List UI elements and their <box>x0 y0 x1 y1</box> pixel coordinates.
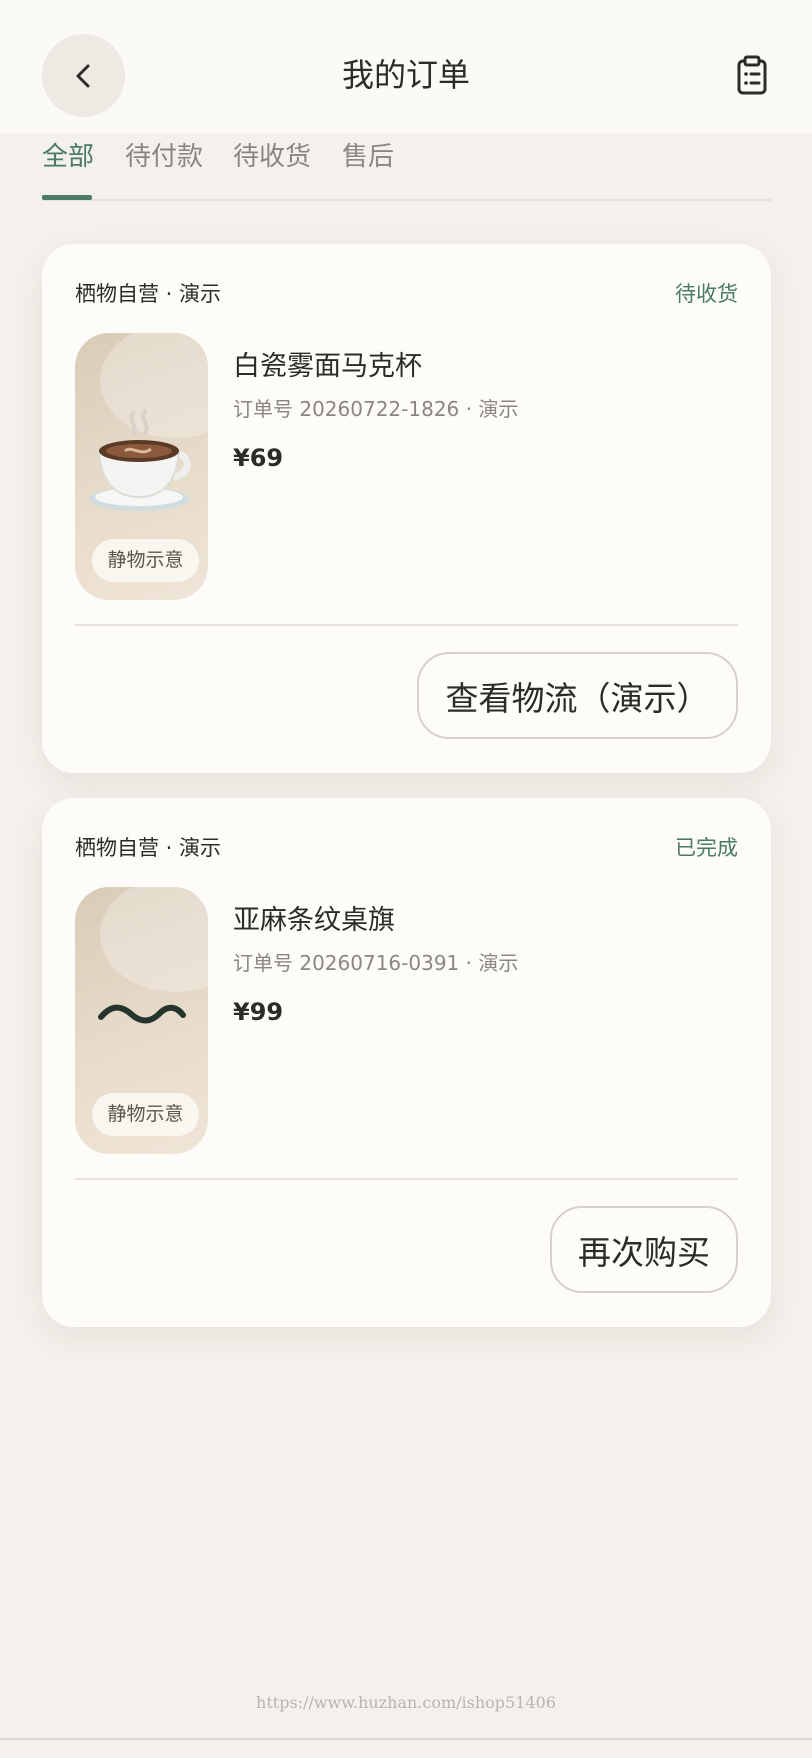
thumbnail-decor <box>100 887 208 992</box>
card-divider <box>75 1178 738 1180</box>
order-card: 栖物自营 · 演示 已完成 静物示意 亚麻条纹桌旗 订单号 20260716-0… <box>42 798 771 1327</box>
card-divider <box>75 624 738 626</box>
order-number: 订单号 20260722-1826 · 演示 <box>233 397 519 421</box>
active-tab-indicator <box>42 195 92 200</box>
product-price: ¥99 <box>233 998 284 1026</box>
product-price: ¥69 <box>233 444 284 472</box>
product-name[interactable]: 亚麻条纹桌旗 <box>233 898 395 937</box>
store-name: 栖物自营 · 演示 <box>75 836 222 860</box>
clipboard-list-icon <box>737 55 767 95</box>
orders-button[interactable] <box>730 54 774 98</box>
order-status: 待收货 <box>675 282 738 306</box>
order-number: 订单号 20260716-0391 · 演示 <box>233 951 519 975</box>
thumbnail-tag: 静物示意 <box>92 539 199 582</box>
product-thumbnail[interactable]: 静物示意 <box>75 333 208 600</box>
order-tabs: 全部 待付款 待收货 售后 <box>42 133 771 201</box>
header-bar: 我的订单 <box>0 0 812 133</box>
coffee-cup-icon <box>89 409 191 511</box>
watermark-text: https://www.huzhan.com/ishop51406 <box>256 1693 556 1712</box>
product-name[interactable]: 白瓷雾面马克杯 <box>233 344 422 383</box>
thumbnail-tag: 静物示意 <box>92 1093 199 1136</box>
tab-all[interactable]: 全部 <box>42 136 94 173</box>
wave-icon <box>98 1004 186 1024</box>
page-title: 我的订单 <box>341 56 470 94</box>
store-name: 栖物自营 · 演示 <box>75 282 222 306</box>
order-card: 栖物自营 · 演示 待收货 静物示意 白瓷雾面马克杯 订单号 20260722-… <box>42 244 771 773</box>
bottom-divider <box>0 1738 812 1740</box>
tab-pending-payment[interactable]: 待付款 <box>125 136 203 173</box>
tab-after-sales[interactable]: 售后 <box>342 136 394 173</box>
product-thumbnail[interactable]: 静物示意 <box>75 887 208 1154</box>
track-shipment-button[interactable]: 查看物流（演示） <box>417 652 738 739</box>
order-status: 已完成 <box>675 836 738 860</box>
tab-pending-receipt[interactable]: 待收货 <box>233 136 311 173</box>
buy-again-button[interactable]: 再次购买 <box>550 1206 738 1293</box>
